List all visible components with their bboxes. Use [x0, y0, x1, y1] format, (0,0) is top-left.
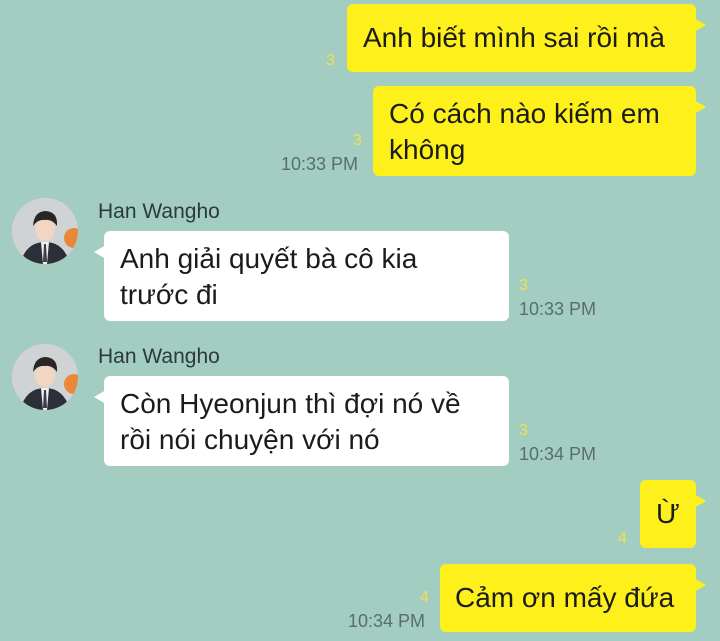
message-text: Cảm ơn mấy đứa: [455, 582, 675, 613]
message-text: Còn Hyeonjun thì đợi nó về rồi nói chuyệ…: [120, 388, 461, 455]
sender-name: Han Wangho: [98, 345, 220, 368]
message-text: Anh giải quyết bà cô kia trước đi: [120, 243, 418, 310]
message-text: Ừ: [656, 498, 680, 529]
unread-count: 3: [326, 52, 335, 69]
message-timestamp: 10:34 PM: [519, 444, 597, 464]
message-timestamp: 10:33 PM: [281, 154, 359, 174]
unread-count: 4: [420, 589, 429, 606]
unread-count: 4: [618, 530, 627, 547]
message-text: Có cách nào kiếm em không: [389, 98, 660, 165]
avatar[interactable]: [12, 344, 78, 410]
message-bubble-mine[interactable]: Cảm ơn mấy đứa: [440, 564, 706, 632]
avatar-photo-icon: [12, 344, 78, 410]
avatar-photo-icon: [12, 198, 78, 264]
unread-count: 3: [519, 422, 528, 439]
message-bubble-mine[interactable]: Anh biết mình sai rồi mà: [347, 4, 706, 72]
message-timestamp: 10:33 PM: [519, 299, 597, 319]
sender-name: Han Wangho: [98, 200, 220, 223]
unread-count: 3: [519, 277, 528, 294]
message-bubble-theirs[interactable]: Còn Hyeonjun thì đợi nó về rồi nói chuyệ…: [94, 376, 509, 466]
message-bubble-theirs[interactable]: Anh giải quyết bà cô kia trước đi: [94, 231, 509, 321]
message-bubble-mine[interactable]: Có cách nào kiếm em không: [373, 86, 706, 176]
message-text: Anh biết mình sai rồi mà: [363, 22, 665, 53]
unread-count: 3: [353, 132, 362, 149]
message-bubble-mine[interactable]: Ừ: [640, 480, 706, 548]
avatar[interactable]: [12, 198, 78, 264]
message-timestamp: 10:34 PM: [348, 611, 426, 631]
